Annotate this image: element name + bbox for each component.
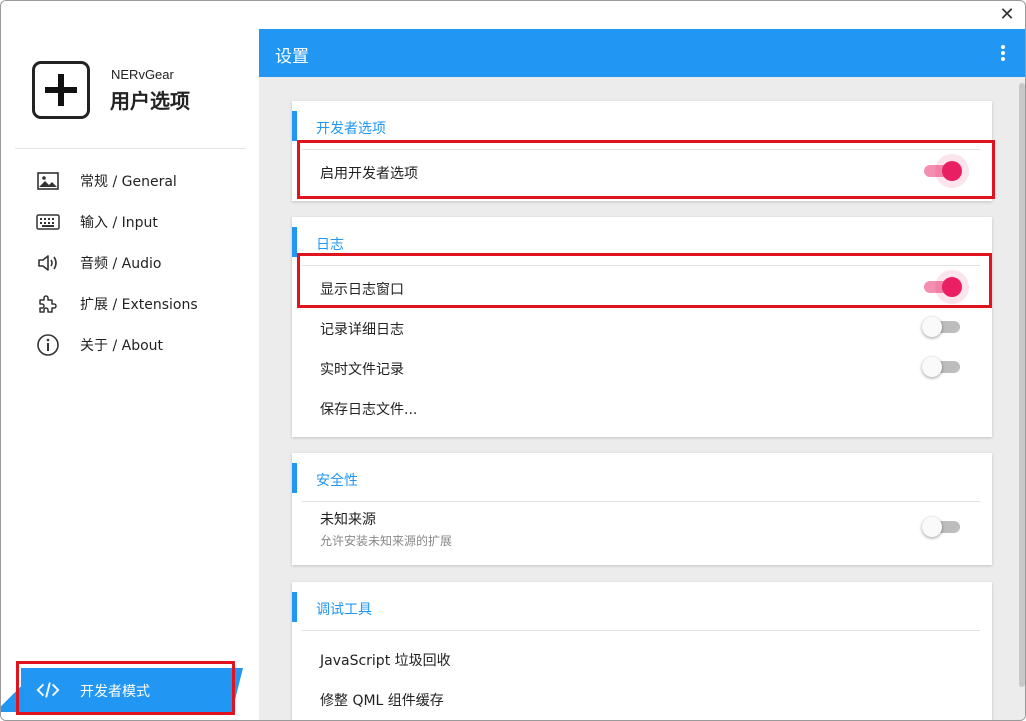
card-header: 日志 xyxy=(292,227,992,257)
card-header: 安全性 xyxy=(292,463,992,493)
row-unknown-sources[interactable]: 未知来源 允许安装未知来源的扩展 xyxy=(292,505,992,555)
sidebar-item-extensions[interactable]: 扩展 / Extensions xyxy=(1,286,259,322)
sidebar-item-label: 常规 / General xyxy=(80,174,177,190)
settings-window: NERvGear 用户选项 常规 / General 输入 / Input 音频… xyxy=(0,0,1026,721)
card-header: 开发者选项 xyxy=(292,111,992,141)
row-enable-developer-options[interactable]: 启用开发者选项 xyxy=(292,151,992,191)
sidebar-item-general[interactable]: 常规 / General xyxy=(1,163,259,199)
row-show-log-window[interactable]: 显示日志窗口 xyxy=(292,267,992,307)
code-icon xyxy=(36,678,60,702)
row-label: 修整 QML 组件缓存 xyxy=(320,693,444,709)
toggle-realtime-file-log[interactable] xyxy=(922,356,962,378)
close-icon[interactable]: ✕ xyxy=(997,5,1017,25)
row-label: 实时文件记录 xyxy=(320,362,404,378)
page-title: 设置 xyxy=(275,47,309,67)
section-title: 调试工具 xyxy=(316,602,372,618)
row-javascript-gc[interactable]: JavaScript 垃圾回收 xyxy=(292,638,992,678)
brand-name: NERvGear xyxy=(111,67,174,82)
card-developer-options: 开发者选项 启用开发者选项 xyxy=(292,101,992,201)
row-realtime-file-log[interactable]: 实时文件记录 xyxy=(292,347,992,387)
row-label: 显示日志窗口 xyxy=(320,282,404,298)
section-title: 安全性 xyxy=(316,473,358,489)
app-logo xyxy=(32,61,90,119)
speaker-icon xyxy=(36,251,60,275)
card-header: 调试工具 xyxy=(292,592,992,622)
card-log: 日志 显示日志窗口 记录详细日志 实时文件记录 保存日志文件... xyxy=(292,217,992,437)
card-debug-tools: 调试工具 JavaScript 垃圾回收 修整 QML 组件缓存 xyxy=(292,582,992,720)
section-title: 开发者选项 xyxy=(316,121,386,137)
sidebar-item-about[interactable]: 关于 / About xyxy=(1,327,259,363)
vertical-scrollbar[interactable] xyxy=(1019,83,1025,687)
info-icon xyxy=(36,333,60,357)
row-save-log-file[interactable]: 保存日志文件... xyxy=(292,387,992,427)
image-icon xyxy=(36,169,60,193)
row-label: JavaScript 垃圾回收 xyxy=(320,653,451,669)
brand-title: 用户选项 xyxy=(110,89,190,113)
row-label: 记录详细日志 xyxy=(320,322,404,338)
row-label: 未知来源 xyxy=(320,512,376,528)
card-security: 安全性 未知来源 允许安装未知来源的扩展 xyxy=(292,453,992,565)
sidebar-item-label: 关于 / About xyxy=(80,338,164,354)
toggle-verbose-log[interactable] xyxy=(922,316,962,338)
row-label: 保存日志文件... xyxy=(320,402,418,418)
sidebar: NERvGear 用户选项 常规 / General 输入 / Input 音频… xyxy=(1,1,259,720)
sidebar-item-label: 音频 / Audio xyxy=(80,256,162,272)
section-title: 日志 xyxy=(316,237,344,253)
toggle-enable-developer-options[interactable] xyxy=(922,160,962,182)
more-vertical-icon[interactable] xyxy=(999,43,1007,63)
row-sublabel: 允许安装未知来源的扩展 xyxy=(320,534,453,548)
sidebar-item-label: 输入 / Input xyxy=(80,215,158,231)
app-bar: 设置 xyxy=(259,29,1025,77)
sidebar-item-developer-mode[interactable]: 开发者模式 xyxy=(21,668,243,712)
toggle-show-log-window[interactable] xyxy=(922,276,962,298)
sidebar-item-audio[interactable]: 音频 / Audio xyxy=(1,245,259,281)
row-label: 启用开发者选项 xyxy=(320,166,418,182)
sidebar-accent xyxy=(1,668,21,712)
sidebar-item-input[interactable]: 输入 / Input xyxy=(1,204,259,240)
sidebar-divider xyxy=(15,148,246,149)
toggle-unknown-sources[interactable] xyxy=(922,516,962,538)
main-panel: 设置 开发者选项 启用开发者选项 日志 显示日志窗口 记录详细日志 实时文件记录… xyxy=(259,29,1025,720)
row-verbose-log[interactable]: 记录详细日志 xyxy=(292,307,992,347)
puzzle-icon xyxy=(36,292,60,316)
sidebar-item-label: 开发者模式 xyxy=(80,684,150,700)
row-trim-qml-cache[interactable]: 修整 QML 组件缓存 xyxy=(292,678,992,718)
sidebar-item-label: 扩展 / Extensions xyxy=(80,297,198,313)
keyboard-icon xyxy=(36,210,60,234)
